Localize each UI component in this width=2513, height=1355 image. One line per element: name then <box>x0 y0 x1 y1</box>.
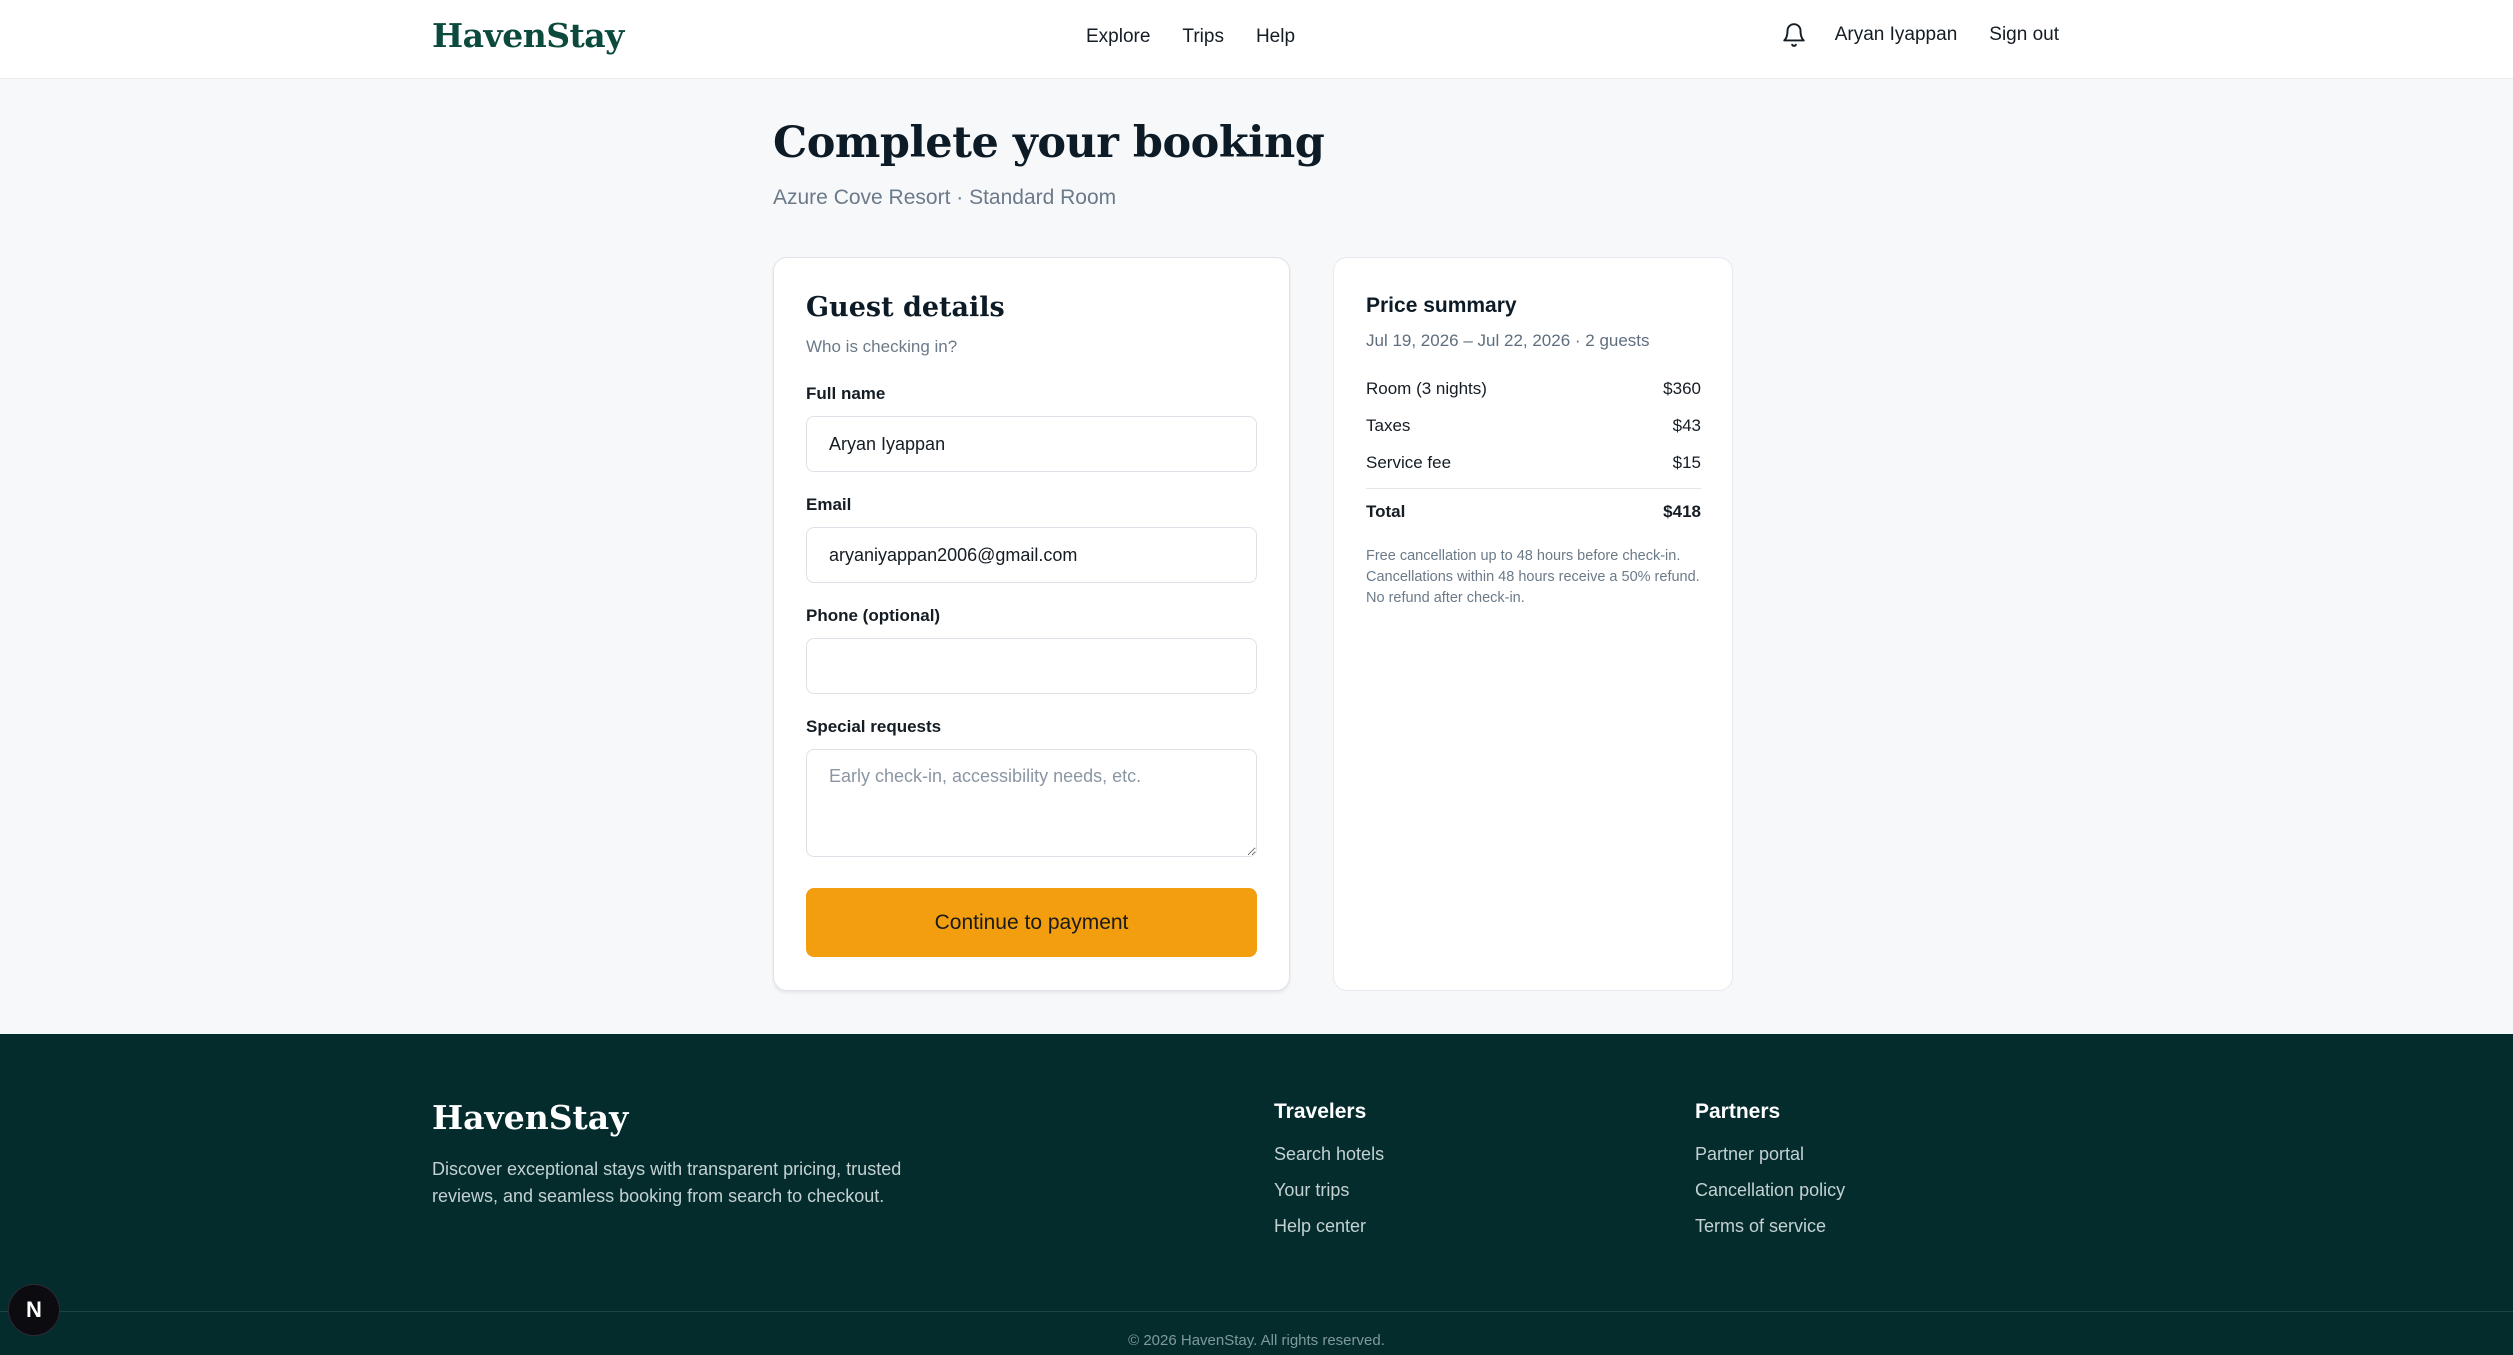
footer-logo[interactable]: HavenStay <box>432 1098 628 1137</box>
guest-details-card: Guest details Who is checking in? Full n… <box>773 257 1290 991</box>
footer-description: Discover exceptional stays with transpar… <box>432 1159 902 1206</box>
continue-to-payment-button[interactable]: Continue to payment <box>806 888 1257 957</box>
user-name[interactable]: Aryan Iyappan <box>1835 24 1958 46</box>
price-summary-title: Price summary <box>1366 294 1517 317</box>
price-summary-card: Price summary Jul 19, 2026 – Jul 22, 202… <box>1333 257 1733 991</box>
special-requests-label: Special requests <box>806 717 942 736</box>
total-label: Total <box>1366 502 1406 521</box>
guest-details-heading: Guest details <box>806 292 1005 323</box>
price-row-label: Room (3 nights) <box>1366 379 1487 398</box>
page-subtitle: Azure Cove Resort · Standard Room <box>773 186 1117 209</box>
email-label: Email <box>806 495 852 514</box>
footer-partners-title: Partners <box>1695 1100 1781 1123</box>
page-title: Complete your booking <box>773 118 1325 168</box>
email-input[interactable] <box>806 527 1257 583</box>
price-row-label: Taxes <box>1366 416 1411 435</box>
price-row-service-fee: Service fee $15 <box>1366 453 1701 473</box>
footer-link-cancellation-policy[interactable]: Cancellation policy <box>1695 1180 1845 1201</box>
price-row-total: Total $418 <box>1366 502 1701 522</box>
footer-travelers-title: Travelers <box>1274 1100 1367 1123</box>
full-name-input[interactable] <box>806 416 1257 472</box>
footer-link-terms-of-service[interactable]: Terms of service <box>1695 1216 1845 1237</box>
main-nav: Explore Trips Help <box>1086 26 1295 48</box>
nav-help[interactable]: Help <box>1256 26 1295 48</box>
price-row-amount: $15 <box>1672 453 1701 472</box>
price-row-label: Service fee <box>1366 453 1452 472</box>
footer-link-search-hotels[interactable]: Search hotels <box>1274 1144 1384 1165</box>
total-amount: $418 <box>1663 502 1701 521</box>
dev-tools-badge[interactable]: N <box>8 1284 60 1336</box>
footer-travelers-column: Travelers Search hotels Your trips Help … <box>1274 1100 1384 1252</box>
header-user-area: Aryan Iyappan Sign out <box>1781 22 2059 48</box>
phone-input[interactable] <box>806 638 1257 694</box>
footer: HavenStay Discover exceptional stays wit… <box>0 1034 2513 1355</box>
price-row-amount: $360 <box>1663 379 1701 398</box>
footer-link-partner-portal[interactable]: Partner portal <box>1695 1144 1845 1165</box>
price-row-amount: $43 <box>1672 416 1701 435</box>
bell-icon[interactable] <box>1781 22 1807 48</box>
nav-trips[interactable]: Trips <box>1182 26 1224 48</box>
logo[interactable]: HavenStay <box>432 16 624 55</box>
footer-link-help-center[interactable]: Help center <box>1274 1216 1384 1237</box>
price-row-room: Room (3 nights) $360 <box>1366 379 1701 399</box>
footer-partners-column: Partners Partner portal Cancellation pol… <box>1695 1100 1845 1252</box>
price-row-taxes: Taxes $43 <box>1366 416 1701 436</box>
special-requests-textarea[interactable] <box>806 749 1257 857</box>
footer-link-your-trips[interactable]: Your trips <box>1274 1180 1384 1201</box>
cancellation-policy-text: Free cancellation up to 48 hours before … <box>1366 548 1700 606</box>
sign-out-button[interactable]: Sign out <box>1989 24 2059 46</box>
footer-divider <box>0 1311 2513 1312</box>
top-header: HavenStay Explore Trips Help Aryan Iyapp… <box>0 0 2513 79</box>
guest-details-subheading: Who is checking in? <box>806 337 958 356</box>
stay-dates: Jul 19, 2026 – Jul 22, 2026 · 2 guests <box>1366 331 1650 350</box>
phone-label: Phone (optional) <box>806 606 941 625</box>
price-divider <box>1366 488 1701 489</box>
full-name-label: Full name <box>806 384 886 403</box>
footer-copyright: © 2026 HavenStay. All rights reserved. <box>1128 1332 1385 1349</box>
nav-explore[interactable]: Explore <box>1086 26 1150 48</box>
